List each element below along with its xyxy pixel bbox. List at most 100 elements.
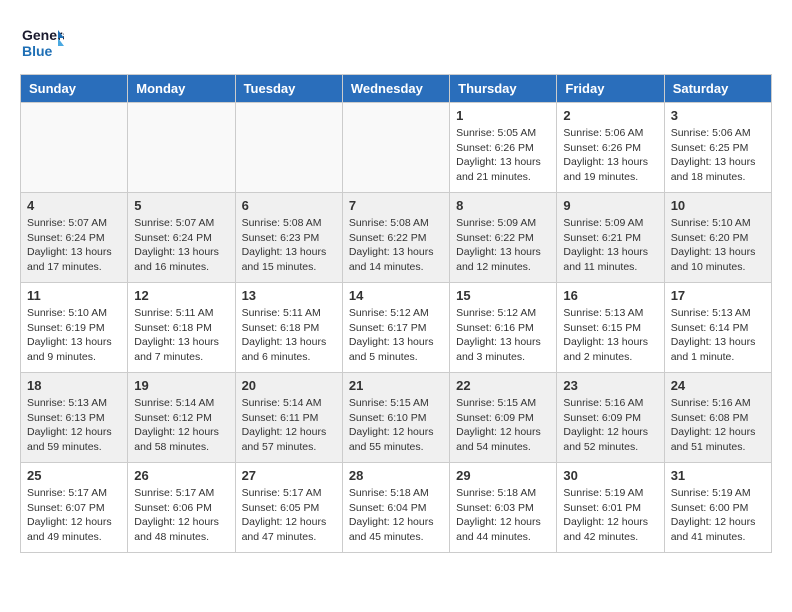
calendar-cell: 16 Sunrise: 5:13 AMSunset: 6:15 PMDayligh… <box>557 283 664 373</box>
day-info: Sunrise: 5:11 AMSunset: 6:18 PMDaylight:… <box>134 306 228 365</box>
day-number: 18 <box>27 378 121 393</box>
logo: General Blue <box>20 20 64 64</box>
calendar-cell: 1 Sunrise: 5:05 AMSunset: 6:26 PMDaylight… <box>450 103 557 193</box>
day-number: 15 <box>456 288 550 303</box>
day-number: 16 <box>563 288 657 303</box>
day-info: Sunrise: 5:19 AMSunset: 6:01 PMDaylight:… <box>563 486 657 545</box>
calendar-cell: 27 Sunrise: 5:17 AMSunset: 6:05 PMDayligh… <box>235 463 342 553</box>
calendar-cell: 26 Sunrise: 5:17 AMSunset: 6:06 PMDayligh… <box>128 463 235 553</box>
weekday-wednesday: Wednesday <box>342 75 449 103</box>
calendar-week-1: 1 Sunrise: 5:05 AMSunset: 6:26 PMDaylight… <box>21 103 772 193</box>
day-info: Sunrise: 5:15 AMSunset: 6:10 PMDaylight:… <box>349 396 443 455</box>
day-info: Sunrise: 5:17 AMSunset: 6:05 PMDaylight:… <box>242 486 336 545</box>
calendar-cell <box>128 103 235 193</box>
day-info: Sunrise: 5:16 AMSunset: 6:09 PMDaylight:… <box>563 396 657 455</box>
weekday-sunday: Sunday <box>21 75 128 103</box>
calendar-cell <box>342 103 449 193</box>
day-info: Sunrise: 5:16 AMSunset: 6:08 PMDaylight:… <box>671 396 765 455</box>
day-info: Sunrise: 5:19 AMSunset: 6:00 PMDaylight:… <box>671 486 765 545</box>
calendar-cell: 9 Sunrise: 5:09 AMSunset: 6:21 PMDaylight… <box>557 193 664 283</box>
calendar-cell: 4 Sunrise: 5:07 AMSunset: 6:24 PMDaylight… <box>21 193 128 283</box>
calendar-cell: 11 Sunrise: 5:10 AMSunset: 6:19 PMDayligh… <box>21 283 128 373</box>
day-info: Sunrise: 5:14 AMSunset: 6:11 PMDaylight:… <box>242 396 336 455</box>
calendar-cell: 14Sunrise: 5:12 AMSunset: 6:17 PMDayligh… <box>342 283 449 373</box>
day-info: Sunrise: 5:05 AMSunset: 6:26 PMDaylight:… <box>456 126 550 185</box>
day-number: 20 <box>242 378 336 393</box>
day-info: Sunrise: 5:11 AMSunset: 6:18 PMDaylight:… <box>242 306 336 365</box>
day-number: 23 <box>563 378 657 393</box>
day-number: 19 <box>134 378 228 393</box>
day-info: Sunrise: 5:10 AMSunset: 6:20 PMDaylight:… <box>671 216 765 275</box>
calendar-cell: 22Sunrise: 5:15 AMSunset: 6:09 PMDayligh… <box>450 373 557 463</box>
svg-text:General: General <box>22 27 64 43</box>
day-number: 21 <box>349 378 443 393</box>
calendar-cell: 13 Sunrise: 5:11 AMSunset: 6:18 PMDayligh… <box>235 283 342 373</box>
day-info: Sunrise: 5:15 AMSunset: 6:09 PMDaylight:… <box>456 396 550 455</box>
day-number: 27 <box>242 468 336 483</box>
calendar-cell: 10 Sunrise: 5:10 AMSunset: 6:20 PMDayligh… <box>664 193 771 283</box>
calendar-cell: 2 Sunrise: 5:06 AMSunset: 6:26 PMDaylight… <box>557 103 664 193</box>
day-number: 25 <box>27 468 121 483</box>
day-info: Sunrise: 5:09 AMSunset: 6:21 PMDaylight:… <box>563 216 657 275</box>
day-info: Sunrise: 5:08 AMSunset: 6:23 PMDaylight:… <box>242 216 336 275</box>
calendar-cell: 8 Sunrise: 5:09 AMSunset: 6:22 PMDaylight… <box>450 193 557 283</box>
calendar-table: SundayMondayTuesdayWednesdayThursdayFrid… <box>20 74 772 553</box>
day-info: Sunrise: 5:07 AMSunset: 6:24 PMDaylight:… <box>27 216 121 275</box>
calendar-week-4: 18 Sunrise: 5:13 AMSunset: 6:13 PMDayligh… <box>21 373 772 463</box>
day-number: 4 <box>27 198 121 213</box>
day-info: Sunrise: 5:17 AMSunset: 6:06 PMDaylight:… <box>134 486 228 545</box>
calendar-cell: 6Sunrise: 5:08 AMSunset: 6:23 PMDaylight… <box>235 193 342 283</box>
day-info: Sunrise: 5:18 AMSunset: 6:03 PMDaylight:… <box>456 486 550 545</box>
svg-text:Blue: Blue <box>22 43 53 59</box>
weekday-thursday: Thursday <box>450 75 557 103</box>
calendar-cell: 25 Sunrise: 5:17 AMSunset: 6:07 PMDayligh… <box>21 463 128 553</box>
day-number: 2 <box>563 108 657 123</box>
calendar-week-2: 4 Sunrise: 5:07 AMSunset: 6:24 PMDaylight… <box>21 193 772 283</box>
calendar-cell: 17Sunrise: 5:13 AMSunset: 6:14 PMDayligh… <box>664 283 771 373</box>
calendar-cell: 12 Sunrise: 5:11 AMSunset: 6:18 PMDayligh… <box>128 283 235 373</box>
day-number: 10 <box>671 198 765 213</box>
day-number: 12 <box>134 288 228 303</box>
day-number: 11 <box>27 288 121 303</box>
calendar-cell: 3 Sunrise: 5:06 AMSunset: 6:25 PMDaylight… <box>664 103 771 193</box>
calendar-cell: 24 Sunrise: 5:16 AMSunset: 6:08 PMDayligh… <box>664 373 771 463</box>
logo-icon: General Blue <box>20 20 64 64</box>
day-number: 24 <box>671 378 765 393</box>
day-number: 29 <box>456 468 550 483</box>
weekday-tuesday: Tuesday <box>235 75 342 103</box>
day-number: 1 <box>456 108 550 123</box>
day-number: 7 <box>349 198 443 213</box>
day-info: Sunrise: 5:17 AMSunset: 6:07 PMDaylight:… <box>27 486 121 545</box>
day-number: 3 <box>671 108 765 123</box>
calendar-cell: 19 Sunrise: 5:14 AMSunset: 6:12 PMDayligh… <box>128 373 235 463</box>
day-number: 8 <box>456 198 550 213</box>
day-info: Sunrise: 5:06 AMSunset: 6:25 PMDaylight:… <box>671 126 765 185</box>
day-info: Sunrise: 5:08 AMSunset: 6:22 PMDaylight:… <box>349 216 443 275</box>
day-info: Sunrise: 5:12 AMSunset: 6:17 PMDaylight:… <box>349 306 443 365</box>
calendar-cell: 29 Sunrise: 5:18 AMSunset: 6:03 PMDayligh… <box>450 463 557 553</box>
calendar-week-3: 11 Sunrise: 5:10 AMSunset: 6:19 PMDayligh… <box>21 283 772 373</box>
page-header: General Blue <box>20 20 772 64</box>
calendar-cell: 31 Sunrise: 5:19 AMSunset: 6:00 PMDayligh… <box>664 463 771 553</box>
day-number: 31 <box>671 468 765 483</box>
day-info: Sunrise: 5:06 AMSunset: 6:26 PMDaylight:… <box>563 126 657 185</box>
day-number: 26 <box>134 468 228 483</box>
day-info: Sunrise: 5:14 AMSunset: 6:12 PMDaylight:… <box>134 396 228 455</box>
weekday-saturday: Saturday <box>664 75 771 103</box>
day-number: 13 <box>242 288 336 303</box>
day-number: 30 <box>563 468 657 483</box>
weekday-monday: Monday <box>128 75 235 103</box>
day-info: Sunrise: 5:13 AMSunset: 6:14 PMDaylight:… <box>671 306 765 365</box>
day-number: 28 <box>349 468 443 483</box>
day-info: Sunrise: 5:10 AMSunset: 6:19 PMDaylight:… <box>27 306 121 365</box>
calendar-cell: 5Sunrise: 5:07 AMSunset: 6:24 PMDaylight… <box>128 193 235 283</box>
calendar-cell: 7 Sunrise: 5:08 AMSunset: 6:22 PMDaylight… <box>342 193 449 283</box>
day-info: Sunrise: 5:13 AMSunset: 6:15 PMDaylight:… <box>563 306 657 365</box>
day-number: 9 <box>563 198 657 213</box>
calendar-cell: 20 Sunrise: 5:14 AMSunset: 6:11 PMDayligh… <box>235 373 342 463</box>
day-info: Sunrise: 5:13 AMSunset: 6:13 PMDaylight:… <box>27 396 121 455</box>
calendar-cell: 30 Sunrise: 5:19 AMSunset: 6:01 PMDayligh… <box>557 463 664 553</box>
calendar-cell: 28Sunrise: 5:18 AMSunset: 6:04 PMDayligh… <box>342 463 449 553</box>
day-info: Sunrise: 5:09 AMSunset: 6:22 PMDaylight:… <box>456 216 550 275</box>
calendar-cell <box>21 103 128 193</box>
